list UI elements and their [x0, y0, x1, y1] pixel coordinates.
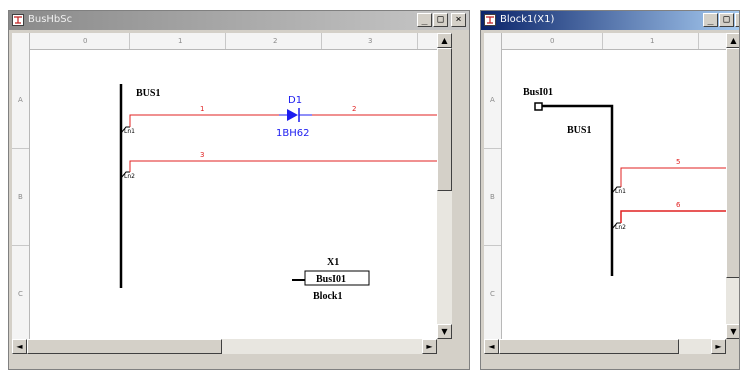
bus-label: BUS1 — [136, 88, 160, 99]
window-title: BusHbSc — [28, 14, 73, 25]
horizontal-scroll-thumb[interactable] — [27, 339, 222, 354]
title-bar[interactable]: Block1(X1) _ □ × — [481, 11, 739, 30]
schematic-app-icon — [12, 14, 24, 26]
diode-value: 1BH62 — [276, 128, 309, 139]
minimize-button[interactable]: _ — [417, 13, 432, 27]
wire-3[interactable] — [129, 160, 452, 172]
close-button[interactable]: × — [735, 13, 739, 27]
title-bar[interactable]: BusHbSc _ □ × — [9, 11, 469, 30]
schematic-canvas[interactable]: 0 1 2 3 A B C BUS1 Ln1 1 D1 1BH62 2 Ln2 … — [12, 33, 452, 354]
port-connector[interactable] — [534, 102, 543, 111]
net-label-ln2: Ln2 — [615, 224, 626, 231]
wire-number-2: 2 — [352, 105, 356, 113]
bus-label: BUS1 — [567, 125, 591, 136]
vertical-scroll-thumb[interactable] — [726, 48, 739, 278]
scroll-down-button[interactable]: ▼ — [726, 324, 739, 339]
wire-1[interactable] — [129, 114, 279, 127]
diode-symbol[interactable] — [287, 109, 298, 121]
resize-grip[interactable] — [726, 339, 739, 354]
scroll-up-button[interactable]: ▲ — [437, 33, 452, 48]
scroll-right-button[interactable]: ► — [711, 339, 726, 354]
minimize-button[interactable]: _ — [703, 13, 718, 27]
block-name: Block1 — [313, 291, 342, 302]
schematic-app-icon — [484, 14, 496, 26]
vertical-scrollbar[interactable]: ▲ ▼ — [726, 33, 739, 339]
wire-number-3: 3 — [200, 151, 204, 159]
wire-number-1: 1 — [200, 105, 204, 113]
net-label-ln1: Ln1 — [615, 188, 626, 195]
net-label-ln1: Ln1 — [124, 128, 135, 135]
wire-5[interactable] — [620, 167, 740, 187]
scroll-up-button[interactable]: ▲ — [726, 33, 739, 48]
horizontal-scroll-thumb[interactable] — [499, 339, 679, 354]
close-button[interactable]: × — [451, 13, 466, 27]
vertical-scrollbar[interactable]: ▲ ▼ — [437, 33, 452, 339]
diode-reference: D1 — [288, 95, 302, 106]
maximize-button[interactable]: □ — [719, 13, 734, 27]
vertical-scroll-thumb[interactable] — [437, 48, 452, 191]
block-reference: X1 — [327, 257, 339, 268]
block-port-label: BusI01 — [316, 274, 346, 285]
wire-number-6: 6 — [676, 201, 681, 209]
port-label: BusI01 — [523, 87, 553, 98]
wire-6[interactable] — [620, 210, 740, 223]
scroll-down-button[interactable]: ▼ — [437, 324, 452, 339]
schematic-drawing: BUS1 Ln1 1 D1 1BH62 2 Ln2 3 X1 BusI01 Bl… — [119, 84, 452, 302]
schematic-drawing: BusI01 BUS1 Ln1 5 Ln2 6 — [523, 87, 740, 276]
schematic-window-block[interactable]: Block1(X1) _ □ × 0 1 A B C BusI01 BUS1 L… — [480, 10, 740, 370]
horizontal-scrollbar[interactable]: ◄ ► — [484, 339, 726, 354]
resize-grip[interactable] — [437, 339, 452, 354]
maximize-button[interactable]: □ — [433, 13, 448, 27]
horizontal-scrollbar[interactable]: ◄ ► — [12, 339, 437, 354]
scroll-left-button[interactable]: ◄ — [12, 339, 27, 354]
wire-number-5: 5 — [676, 158, 680, 166]
window-title: Block1(X1) — [500, 14, 555, 25]
scroll-left-button[interactable]: ◄ — [484, 339, 499, 354]
net-label-ln2: Ln2 — [124, 173, 135, 180]
scroll-right-button[interactable]: ► — [422, 339, 437, 354]
schematic-window-main[interactable]: BusHbSc _ □ × 0 1 2 3 A B C BUS1 Ln1 1 D… — [8, 10, 470, 370]
schematic-canvas[interactable]: 0 1 A B C BusI01 BUS1 Ln1 5 Ln2 6 ▲ ▼ ◄ … — [484, 33, 740, 354]
